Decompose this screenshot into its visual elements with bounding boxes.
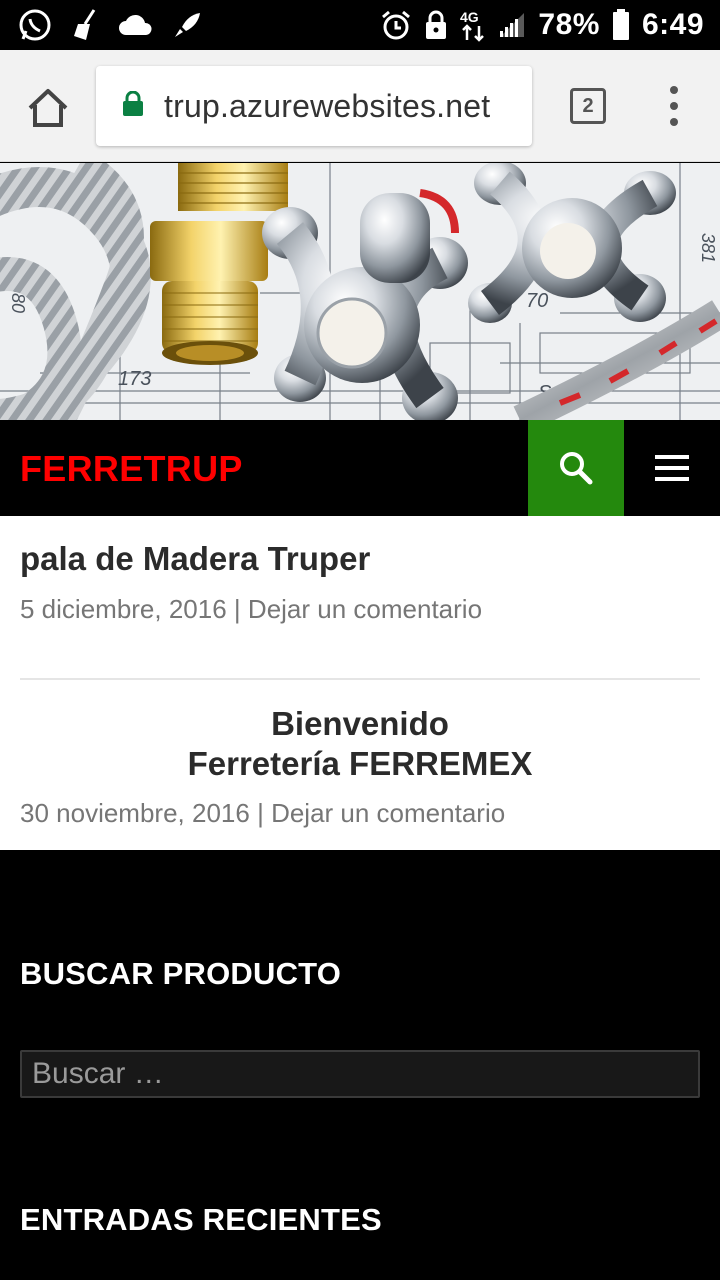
- search-input[interactable]: [20, 1050, 700, 1098]
- svg-text:4G: 4G: [460, 9, 479, 25]
- post-title[interactable]: Bienvenido Ferretería FERREMEX: [0, 704, 720, 784]
- menu-toggle-button[interactable]: [624, 420, 720, 516]
- signal-icon: [498, 11, 526, 39]
- dot-icon: [670, 102, 678, 110]
- post-meta: 5 diciembre, 2016 | Dejar un comentario: [20, 594, 482, 625]
- lock-icon: [424, 9, 448, 41]
- meta-separator: |: [257, 798, 264, 828]
- cloud-icon: [118, 13, 154, 37]
- comment-link[interactable]: Dejar un comentario: [271, 798, 505, 828]
- battery-percent: 78%: [538, 8, 600, 41]
- url-text: trup.azurewebsites.net: [164, 87, 491, 124]
- comment-link[interactable]: Dejar un comentario: [248, 594, 482, 624]
- battery-icon: [612, 9, 630, 41]
- svg-text:173: 173: [118, 368, 151, 390]
- svg-text:381: 381: [698, 233, 718, 263]
- post-date[interactable]: 5 diciembre, 2016: [20, 594, 227, 624]
- site-title[interactable]: FERRETRUP: [20, 448, 243, 490]
- secure-lock-icon: [122, 90, 144, 122]
- widget-area: BUSCAR PRODUCTO ENTRADAS RECIENTES: [0, 850, 720, 1280]
- alarm-icon: [380, 9, 412, 41]
- search-widget-title: BUSCAR PRODUCTO: [20, 956, 342, 991]
- hamburger-icon-bar: [655, 466, 689, 470]
- site-header: FERRETRUP: [0, 420, 720, 516]
- status-bar: 4G 78% 6:49: [0, 0, 720, 50]
- home-icon: [28, 89, 68, 127]
- dot-icon: [670, 86, 678, 94]
- post-meta: 30 noviembre, 2016 | Dejar un comentario: [20, 798, 505, 829]
- dot-icon: [670, 118, 678, 126]
- main-content: pala de Madera Truper 5 diciembre, 2016 …: [0, 516, 720, 850]
- post-divider: [20, 678, 700, 680]
- address-bar[interactable]: trup.azurewebsites.net: [96, 66, 532, 146]
- post-title-line: Ferretería FERREMEX: [187, 745, 533, 782]
- recent-posts-title: ENTRADAS RECIENTES: [20, 1202, 382, 1237]
- search-toggle-button[interactable]: [528, 420, 624, 516]
- hamburger-icon-bar: [655, 455, 689, 459]
- meta-separator: |: [233, 594, 241, 624]
- broom-icon: [70, 8, 100, 42]
- browser-menu-button[interactable]: [660, 86, 688, 126]
- header-image: 173 70 S=0.8 380 381: [0, 163, 720, 420]
- network-4g-icon: 4G: [460, 8, 486, 42]
- whatsapp-icon: [18, 8, 52, 42]
- clock: 6:49: [641, 8, 704, 41]
- svg-text:70: 70: [526, 290, 548, 312]
- rocket-icon: [172, 9, 204, 41]
- tab-switcher-button[interactable]: 2: [570, 88, 606, 124]
- post-title-line: Bienvenido: [271, 705, 449, 742]
- search-icon: [560, 452, 593, 485]
- hamburger-icon-bar: [655, 477, 689, 481]
- home-button[interactable]: [26, 86, 70, 130]
- post-date[interactable]: 30 noviembre, 2016: [20, 798, 250, 828]
- browser-toolbar: trup.azurewebsites.net 2: [0, 50, 720, 162]
- post-title[interactable]: pala de Madera Truper: [20, 540, 370, 578]
